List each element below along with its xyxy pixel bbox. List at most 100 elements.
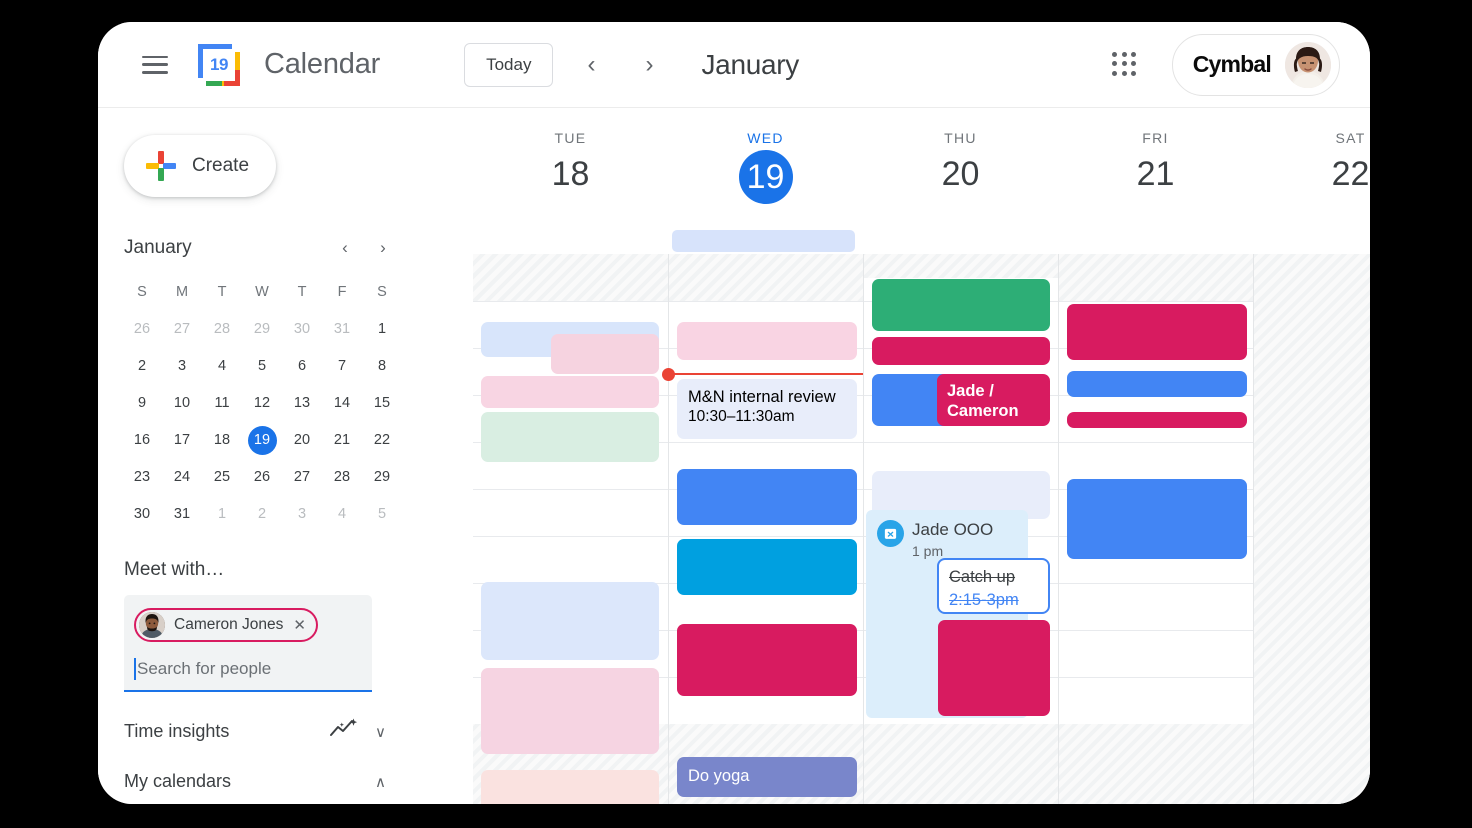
day-column-wed[interactable]: M&N internal review 10:30–11:30am Do yog…: [662, 254, 864, 804]
hamburger-menu-icon[interactable]: [142, 55, 168, 74]
mini-calendar-day[interactable]: 27: [162, 314, 202, 344]
mini-calendar-day[interactable]: 1: [202, 499, 242, 529]
mini-calendar-day[interactable]: 10: [162, 388, 202, 418]
event-block[interactable]: [1067, 371, 1247, 397]
mini-calendar-day[interactable]: 28: [322, 462, 362, 492]
mini-calendar-day[interactable]: 3: [162, 351, 202, 381]
chevron-down-icon[interactable]: ∨: [375, 723, 386, 741]
event-block[interactable]: [551, 334, 659, 374]
mini-calendar-day[interactable]: 6: [282, 351, 322, 381]
previous-period-button[interactable]: ‹: [571, 45, 611, 85]
event-block[interactable]: [481, 770, 659, 804]
mini-calendar-day[interactable]: 23: [122, 462, 162, 492]
mini-calendar-dow: W: [255, 284, 269, 300]
event-block[interactable]: [481, 376, 659, 408]
event-block[interactable]: [1067, 479, 1247, 559]
event-block[interactable]: [938, 620, 1050, 716]
apps-grid-icon[interactable]: [1111, 51, 1138, 78]
chevron-up-icon[interactable]: ∧: [375, 773, 386, 791]
current-time-line: [669, 373, 864, 375]
event-block[interactable]: [677, 469, 857, 525]
mini-calendar-day[interactable]: 2: [242, 499, 282, 529]
mini-calendar-day[interactable]: 17: [162, 425, 202, 455]
day-header-thu[interactable]: THU 20: [863, 108, 1058, 254]
avatar[interactable]: [1285, 41, 1331, 88]
mini-calendar-day[interactable]: 21: [322, 425, 362, 455]
mini-calendar-day[interactable]: 24: [162, 462, 202, 492]
mini-calendar-day[interactable]: 30: [122, 499, 162, 529]
my-calendars-section[interactable]: My calendars ∧: [124, 771, 386, 792]
mini-calendar-day[interactable]: 1: [362, 314, 402, 344]
mini-calendar-day[interactable]: 3: [282, 499, 322, 529]
mini-calendar-day[interactable]: 8: [362, 351, 402, 381]
my-calendars-label: My calendars: [124, 771, 232, 791]
mini-calendar-day[interactable]: 14: [322, 388, 362, 418]
event-mn-internal-review[interactable]: M&N internal review 10:30–11:30am: [677, 379, 857, 439]
mini-calendar-day[interactable]: 11: [202, 388, 242, 418]
text-caret: [134, 658, 136, 680]
event-block[interactable]: [481, 582, 659, 660]
day-header-fri[interactable]: FRI 21: [1058, 108, 1253, 254]
mini-calendar-day[interactable]: 4: [202, 351, 242, 381]
mini-calendar-day[interactable]: 12: [242, 388, 282, 418]
unavailable-hours-hatch: [864, 724, 1058, 804]
event-jade-cameron[interactable]: Jade / Cameron: [937, 374, 1050, 426]
mini-calendar-day[interactable]: 9: [122, 388, 162, 418]
day-of-week-label: SAT: [1335, 130, 1366, 146]
event-block[interactable]: [1067, 412, 1247, 428]
event-title: Catch up: [949, 568, 1016, 586]
mini-calendar-day[interactable]: 16: [122, 425, 162, 455]
mini-calendar-day[interactable]: 5: [362, 499, 402, 529]
mini-calendar-day[interactable]: 20: [282, 425, 322, 455]
event-block[interactable]: [1067, 304, 1247, 360]
event-do-yoga[interactable]: Do yoga: [677, 757, 857, 797]
mini-calendar-day[interactable]: 31: [322, 314, 362, 344]
mini-calendar-day[interactable]: 30: [282, 314, 322, 344]
mini-calendar-day[interactable]: 29: [362, 462, 402, 492]
time-insights-section[interactable]: Time insights ∨: [124, 718, 386, 745]
day-header-sat[interactable]: SAT 22: [1253, 108, 1370, 254]
event-block[interactable]: [481, 668, 659, 754]
event-block[interactable]: [677, 539, 857, 595]
mini-calendar-day[interactable]: 13: [282, 388, 322, 418]
mini-calendar-day[interactable]: 27: [282, 462, 322, 492]
event-block[interactable]: [677, 322, 857, 360]
mini-calendar-day[interactable]: 19: [242, 425, 282, 455]
account-switcher-button[interactable]: Cymbal: [1171, 33, 1340, 96]
search-people-input[interactable]: Search for people: [134, 656, 362, 682]
mini-calendar-day[interactable]: 4: [322, 499, 362, 529]
day-column-tue[interactable]: [473, 254, 668, 804]
mini-calendar-day[interactable]: 25: [202, 462, 242, 492]
event-block[interactable]: [677, 624, 857, 696]
mini-calendar-day[interactable]: 22: [362, 425, 402, 455]
mini-calendar-day[interactable]: 18: [202, 425, 242, 455]
day-column-thu[interactable]: Jade / Cameron Jade OOO 1 pm Catch up 2:…: [863, 254, 1058, 804]
all-day-event-wed[interactable]: [672, 230, 855, 252]
close-icon[interactable]: ✕: [293, 618, 306, 633]
mini-calendar-day[interactable]: 26: [242, 462, 282, 492]
mini-calendar-day[interactable]: 15: [362, 388, 402, 418]
mini-calendar-day[interactable]: 5: [242, 351, 282, 381]
event-block[interactable]: [481, 412, 659, 462]
mini-calendar-day[interactable]: 29: [242, 314, 282, 344]
event-block[interactable]: [872, 337, 1050, 365]
day-header-tue[interactable]: TUE 18: [473, 108, 668, 254]
today-button[interactable]: Today: [464, 42, 554, 87]
event-block[interactable]: [872, 279, 1050, 331]
mini-calendar-day[interactable]: 7: [322, 351, 362, 381]
meet-with-input-box[interactable]: Cameron Jones ✕ Search for people: [124, 595, 372, 692]
day-column-sat[interactable]: [1253, 254, 1370, 804]
next-period-button[interactable]: ›: [629, 45, 669, 85]
mini-calendar-day[interactable]: 26: [122, 314, 162, 344]
mini-calendar-next-button[interactable]: ›: [368, 233, 398, 263]
mini-calendar-day[interactable]: 28: [202, 314, 242, 344]
mini-calendar-day[interactable]: 2: [122, 351, 162, 381]
event-catch-up-declined[interactable]: Catch up 2:15-3pm: [937, 558, 1050, 614]
mini-calendar-day[interactable]: 31: [162, 499, 202, 529]
day-column-fri[interactable]: [1058, 254, 1253, 804]
create-button[interactable]: Create: [124, 135, 276, 197]
mini-calendar-prev-button[interactable]: ‹: [330, 233, 360, 263]
person-chip-cameron-jones[interactable]: Cameron Jones ✕: [134, 608, 318, 642]
unavailable-hours-hatch: [1059, 724, 1253, 804]
unavailable-hours-hatch: [864, 254, 1058, 278]
